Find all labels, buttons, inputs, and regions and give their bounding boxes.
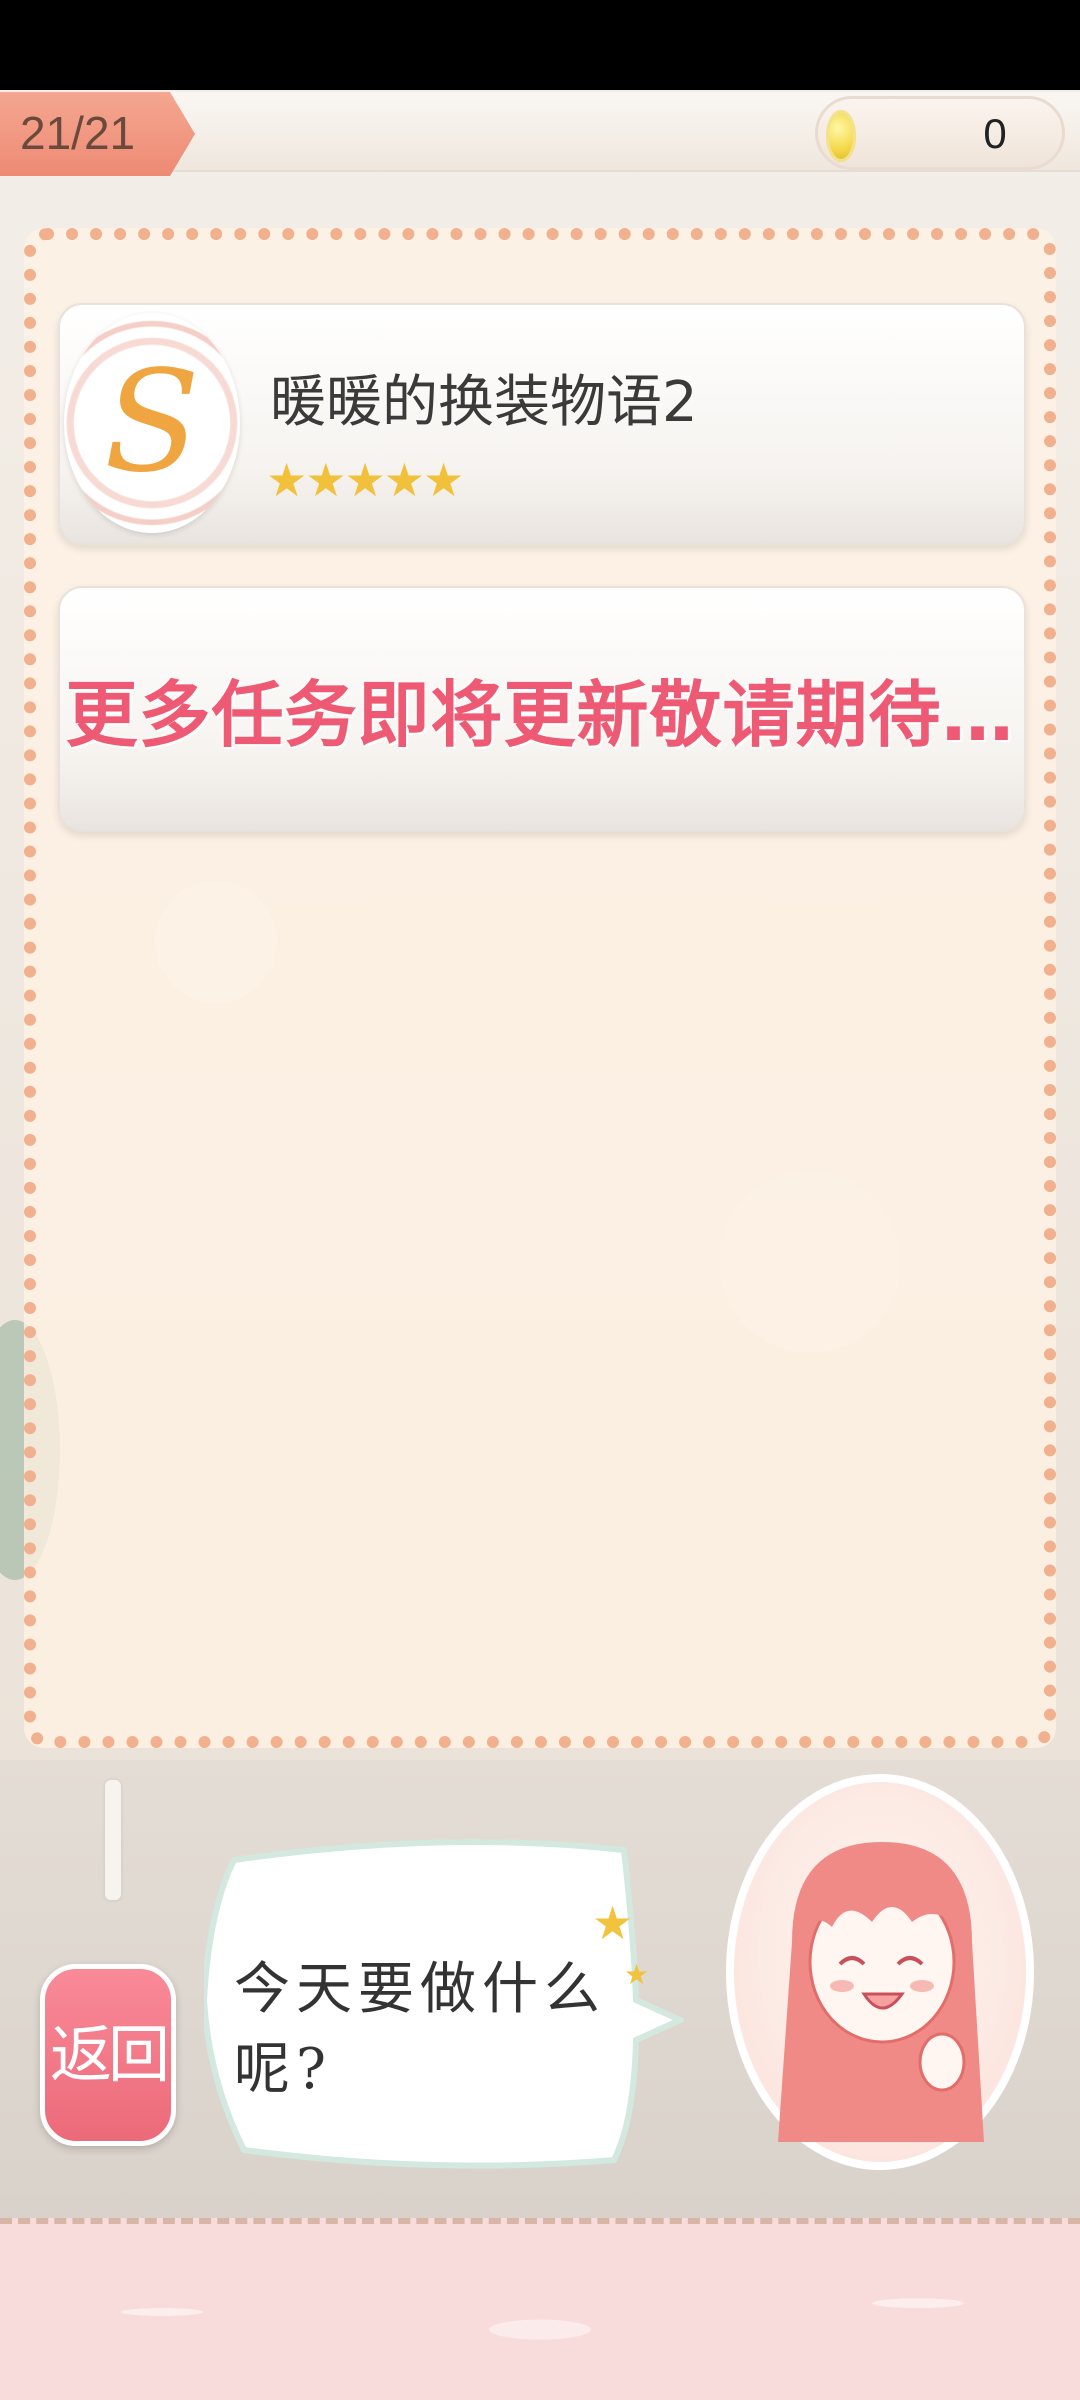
coming-soon-text: 更多任务即将更新敬请期待… <box>65 673 1015 757</box>
back-button-label[interactable]: 返回 <box>40 1964 176 2146</box>
sparkle-small-icon: ★ <box>624 1958 650 1991</box>
badge-letter: S <box>104 341 200 504</box>
character-avatar[interactable] <box>722 1772 1038 2172</box>
task-badge: S <box>64 303 240 539</box>
sparkle-icon: ★ <box>592 1896 634 1950</box>
bottom-decoration <box>0 2218 1080 2400</box>
furniture-leg-decoration <box>105 1780 121 1900</box>
coin-icon <box>826 110 856 162</box>
status-bar <box>0 0 1080 90</box>
task-title: 暖暖的换装物语2 <box>270 370 698 435</box>
level-progress: 21/21 <box>20 107 136 159</box>
coin-amount: 0 <box>983 110 1007 157</box>
star-rating-icon: ★★★★★ <box>266 453 464 507</box>
speech-text: 今天要做什么呢? <box>234 1957 606 2102</box>
